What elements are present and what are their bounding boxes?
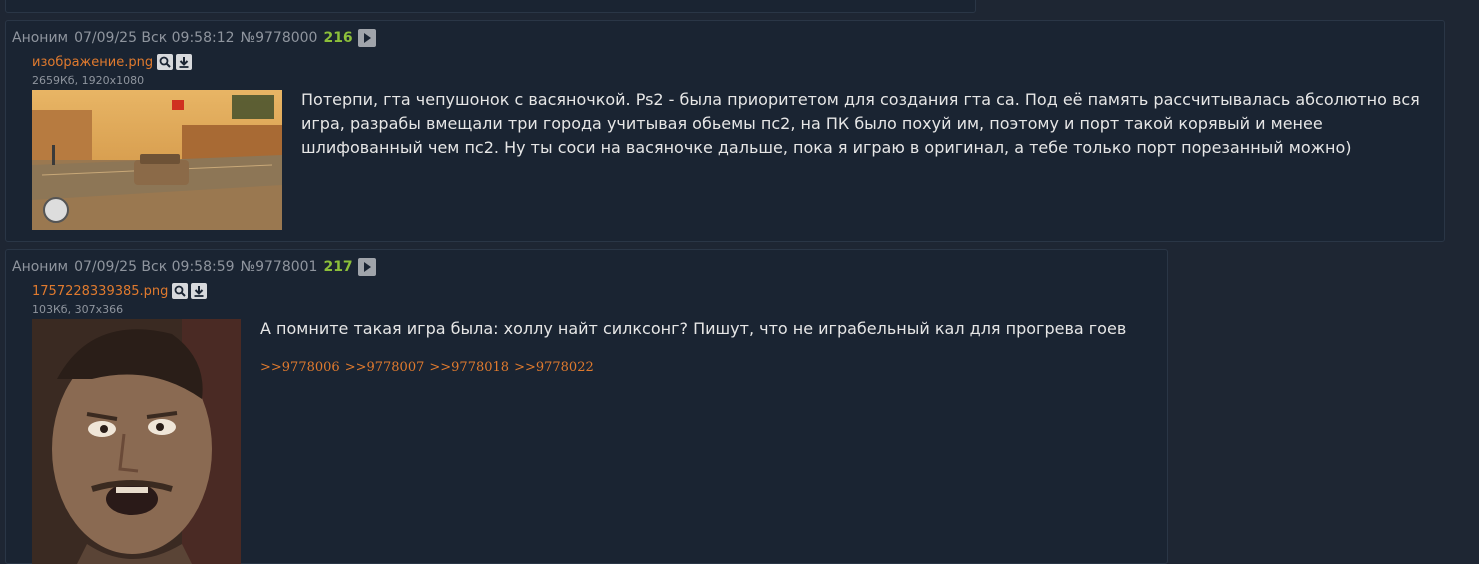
post-number-link[interactable]: №9778000 [241,30,318,46]
file-line: изображение.png [32,54,195,70]
reply-link[interactable]: >>9778018 [429,360,509,375]
post-message: А помните такая игра была: холлу найт си… [260,319,1127,338]
post-author: Аноним [12,30,69,46]
post-reply-index: 216 [323,30,353,46]
post-date: 07/09/25 Вск 09:58:59 [74,259,235,275]
post-9778001: Аноним 07/09/25 Вск 09:58:59 №9778001 21… [5,249,1168,564]
file-name-link[interactable]: изображение.png [32,55,153,70]
post-number-link[interactable]: №9778001 [241,259,318,275]
reply-link[interactable]: >>9778006 [260,360,340,375]
file-meta: 2659Кб, 1920x1080 [32,74,145,87]
previous-post [5,0,976,13]
post-author: Аноним [12,259,69,275]
post-message: Потерпи, гта чепушонок с васяночкой. Ps2… [301,90,1420,157]
download-icon[interactable] [191,283,208,299]
post-reply-index: 217 [323,259,353,275]
file-meta: 103Кб, 307x366 [32,303,124,316]
reply-link[interactable]: >>9778022 [514,360,594,375]
post-header: Аноним 07/09/25 Вск 09:58:12 №9778000 21… [12,28,382,48]
file-line: 1757228339385.png [32,283,210,299]
post-date: 07/09/25 Вск 09:58:12 [74,30,235,46]
magnifier-icon[interactable] [157,54,174,70]
reply-link[interactable]: >>9778007 [345,360,425,375]
file-name-link[interactable]: 1757228339385.png [32,284,168,299]
post-9778000: Аноним 07/09/25 Вск 09:58:12 №9778000 21… [5,20,1445,242]
post-header: Аноним 07/09/25 Вск 09:58:59 №9778001 21… [12,257,382,277]
download-icon[interactable] [176,54,193,70]
post-image-thumbnail[interactable] [32,319,241,564]
magnifier-icon[interactable] [172,283,189,299]
play-icon[interactable] [357,258,376,276]
play-icon[interactable] [357,29,376,47]
post-image-thumbnail[interactable] [32,90,282,230]
replies-list: >>9778006 >>9778007 >>9778018 >>9778022 [260,360,599,375]
